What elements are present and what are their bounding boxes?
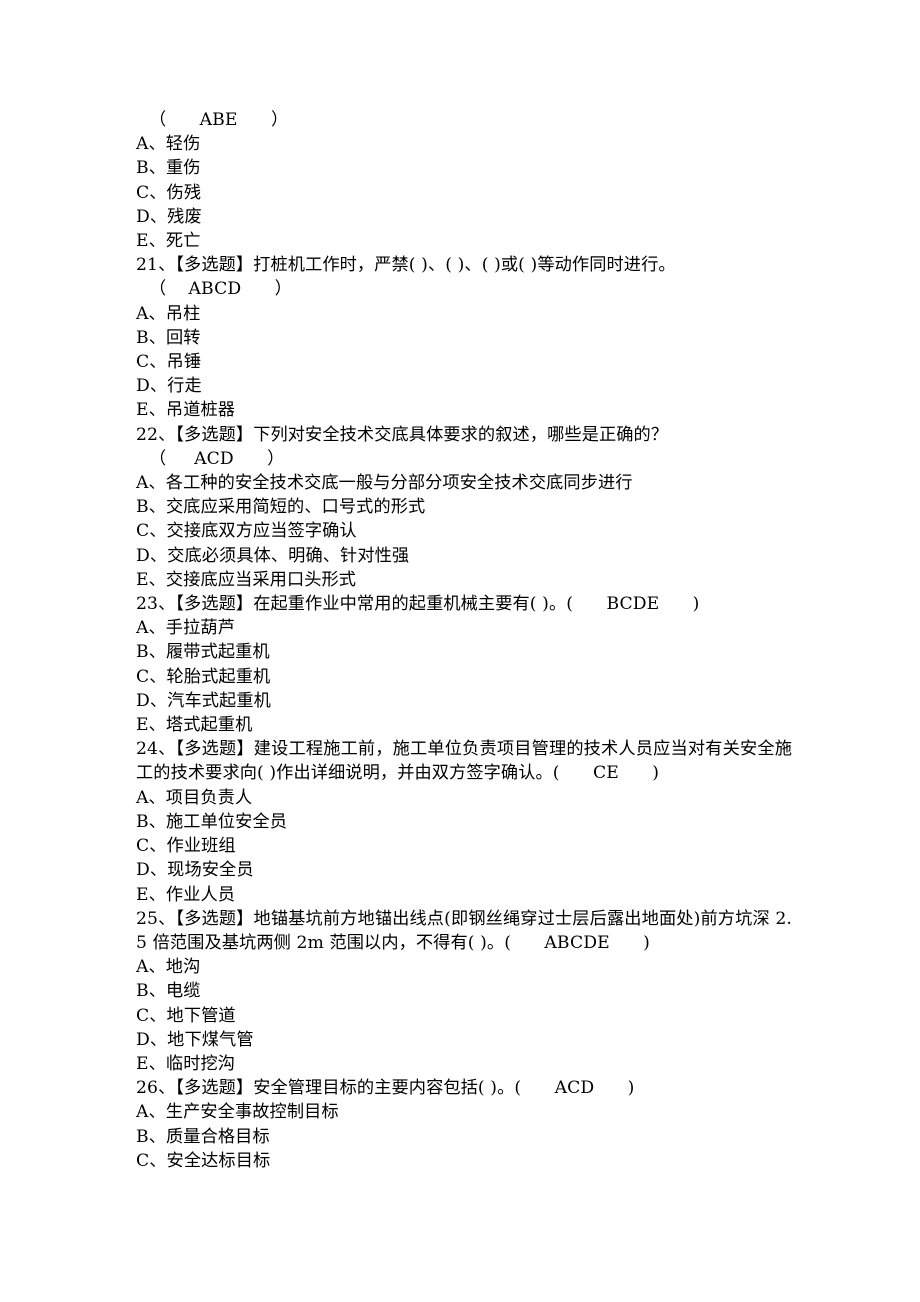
question-line: 22、【多选题】下列对安全技术交底具体要求的叙述，哪些是正确的？	[136, 424, 669, 445]
question-line: 26、【多选题】安全管理目标的主要内容包括( )。( ACD )	[136, 1078, 635, 1099]
option-line: A、手拉葫芦	[136, 618, 235, 639]
option-line: C、安全达标目标	[136, 1150, 271, 1171]
option-line: C、吊锤	[136, 352, 202, 373]
option-line: D、交底必须具体、明确、针对性强	[136, 545, 410, 566]
option-line: D、残废	[136, 206, 202, 227]
option-line: D、地下煤气管	[136, 1029, 254, 1050]
option-line: D、汽车式起重机	[136, 690, 271, 711]
option-line: B、交底应采用简短的、口号式的形式	[136, 497, 426, 518]
option-line: E、临时挖沟	[136, 1053, 236, 1074]
document-page: （ ABE ） A、轻伤 B、重伤 C、伤残 D、残废 E、死亡 21、【多选题】打桩机工作…	[0, 0, 920, 1302]
option-line: E、塔式起重机	[136, 715, 253, 736]
option-line: E、交接底应当采用口头形式	[136, 569, 357, 590]
question-line: 21、【多选题】打桩机工作时，严禁( )、( )、( )或( )等动作同时进行。	[136, 255, 676, 276]
option-line: B、电缆	[136, 981, 201, 1002]
option-line: A、轻伤	[136, 134, 201, 155]
option-line: C、轮胎式起重机	[136, 666, 271, 687]
option-line: D、现场安全员	[136, 860, 254, 881]
option-line: A、吊柱	[136, 303, 201, 324]
option-line: E、吊道桩器	[136, 400, 236, 421]
option-line: C、地下管道	[136, 1005, 236, 1026]
question-line: 23、【多选题】在起重作业中常用的起重机械主要有( )。( BCDE )	[136, 594, 700, 615]
option-line: C、伤残	[136, 182, 202, 203]
option-line: A、各工种的安全技术交底一般与分部分项安全技术交底同步进行	[136, 473, 633, 494]
option-line: B、履带式起重机	[136, 642, 270, 663]
option-line: A、生产安全事故控制目标	[136, 1102, 339, 1123]
option-line: B、回转	[136, 327, 201, 348]
option-line: B、施工单位安全员	[136, 811, 288, 832]
question-line: 25、【多选题】地锚基坑前方地锚出线点(即钢丝绳穿过士层后露出地面处)前方坑深 …	[136, 908, 792, 953]
answer-key-line: （ ABE ）	[149, 110, 289, 130]
option-line: C、交接底双方应当签字确认	[136, 521, 357, 542]
option-line: E、作业人员	[136, 884, 236, 905]
option-line: B、重伤	[136, 158, 201, 179]
answer-key-line: （ ACD ）	[149, 448, 285, 469]
option-line: A、项目负责人	[136, 787, 253, 808]
option-line: C、作业班组	[136, 836, 236, 857]
document-body: （ ABE ） A、轻伤 B、重伤 C、伤残 D、残废 E、死亡 21、【多选题】打桩机工作…	[136, 108, 792, 1173]
option-line: E、死亡	[136, 231, 201, 252]
option-line: A、地沟	[136, 957, 201, 978]
option-line: B、质量合格目标	[136, 1126, 270, 1147]
option-line: D、行走	[136, 376, 202, 397]
question-line: 24、【多选题】建设工程施工前，施工单位负责项目管理的技术人员应当对有关安全施工…	[136, 739, 792, 784]
answer-key-line: （ ABCD ）	[149, 279, 292, 300]
